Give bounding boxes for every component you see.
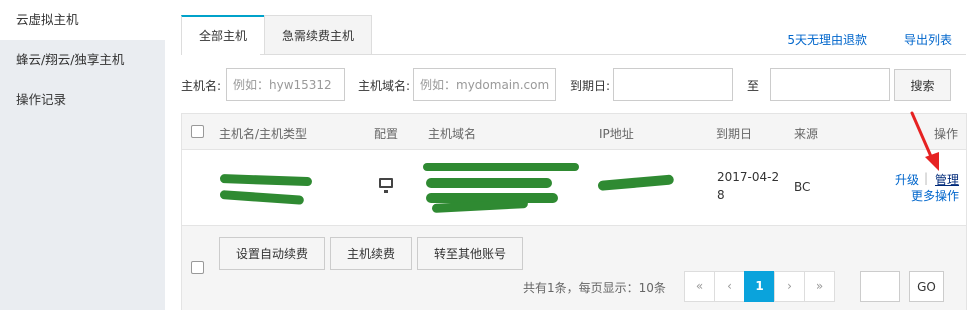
search-button[interactable]: 搜索 bbox=[894, 69, 951, 101]
red-arrow-annotation bbox=[910, 111, 939, 171]
sidebar-item-virtual-host[interactable]: 云虚拟主机 bbox=[0, 0, 165, 40]
host-table: 主机名/主机类型 配置 主机域名 IP地址 到期日 来源 操作 2017-04-… bbox=[181, 113, 967, 310]
last-page-button[interactable]: » bbox=[804, 271, 835, 302]
col-header-ip: IP地址 bbox=[599, 127, 634, 141]
prev-page-button[interactable]: ‹ bbox=[714, 271, 745, 302]
col-header-config: 配置 bbox=[374, 127, 399, 141]
tab-bar: 全部主机 急需续费主机 bbox=[181, 15, 373, 55]
table-header: 主机名/主机类型 配置 主机域名 IP地址 到期日 来源 操作 bbox=[181, 113, 967, 150]
tab-divider bbox=[181, 54, 966, 55]
table-footer: 设置自动续费 主机续费 转至其他账号 共有1条，每页显示：10条 « ‹ 1 ›… bbox=[181, 226, 967, 310]
auto-renew-button[interactable]: 设置自动续费 bbox=[219, 237, 326, 270]
redacted-hostname bbox=[219, 174, 313, 187]
top-links: 5天无理由退款 导出列表 bbox=[787, 31, 952, 48]
redacted-domain bbox=[423, 163, 579, 171]
monitor-icon bbox=[379, 178, 393, 193]
search-form: 主机名: 主机域名: 到期日: 至 搜索 bbox=[181, 68, 971, 102]
main-content: 全部主机 急需续费主机 5天无理由退款 导出列表 主机名: 主机域名: 到期日:… bbox=[181, 0, 980, 310]
col-header-expire: 到期日 bbox=[716, 127, 753, 141]
hostname-label: 主机名: bbox=[181, 79, 222, 93]
page-1-button[interactable]: 1 bbox=[744, 271, 775, 302]
tab-renew-urgent[interactable]: 急需续费主机 bbox=[264, 15, 373, 55]
page-number-input[interactable] bbox=[860, 271, 900, 302]
next-page-button[interactable]: › bbox=[774, 271, 805, 302]
go-button[interactable]: GO bbox=[909, 271, 944, 302]
col-header-name: 主机名/主机类型 bbox=[219, 127, 308, 141]
source-value: BC bbox=[794, 180, 811, 194]
transfer-account-button[interactable]: 转至其他账号 bbox=[417, 237, 524, 270]
sidebar-item-operation-log[interactable]: 操作记录 bbox=[0, 80, 165, 120]
tab-all-hosts[interactable]: 全部主机 bbox=[181, 15, 266, 55]
export-list-link[interactable]: 导出列表 bbox=[904, 31, 952, 48]
domain-input[interactable] bbox=[413, 68, 556, 101]
col-header-domain: 主机域名 bbox=[428, 127, 477, 141]
expire-date-start-input[interactable] bbox=[613, 68, 733, 101]
domain-label: 主机域名: bbox=[358, 79, 411, 93]
first-page-button[interactable]: « bbox=[684, 271, 715, 302]
expire-date-end-input[interactable] bbox=[770, 68, 890, 101]
pagination: « ‹ 1 › » bbox=[684, 271, 835, 302]
more-actions-link[interactable]: 更多操作 bbox=[911, 187, 959, 204]
footer-select-checkbox[interactable] bbox=[191, 261, 204, 274]
date-range-to-label: 至 bbox=[747, 79, 760, 93]
redacted-ip bbox=[597, 174, 675, 191]
redacted-host-type bbox=[219, 190, 305, 205]
hostname-input[interactable] bbox=[226, 68, 345, 101]
host-renew-button[interactable]: 主机续费 bbox=[330, 237, 413, 270]
refund-link[interactable]: 5天无理由退款 bbox=[787, 31, 867, 48]
col-header-source: 来源 bbox=[794, 127, 819, 141]
expire-date-label: 到期日: bbox=[570, 79, 611, 93]
pagination-info: 共有1条，每页显示：10条 bbox=[523, 281, 666, 295]
select-all-checkbox[interactable] bbox=[191, 125, 204, 138]
sidebar: 云虚拟主机 蜂云/翔云/独享主机 操作记录 bbox=[0, 0, 165, 310]
table-row: 2017-04-2 8 BC 升级 | 管理 更多操作 bbox=[181, 150, 967, 226]
expire-date-cont: 8 bbox=[717, 188, 725, 202]
expire-date: 2017-04-2 bbox=[717, 170, 780, 184]
sidebar-item-dedicated-host[interactable]: 蜂云/翔云/独享主机 bbox=[0, 40, 165, 80]
